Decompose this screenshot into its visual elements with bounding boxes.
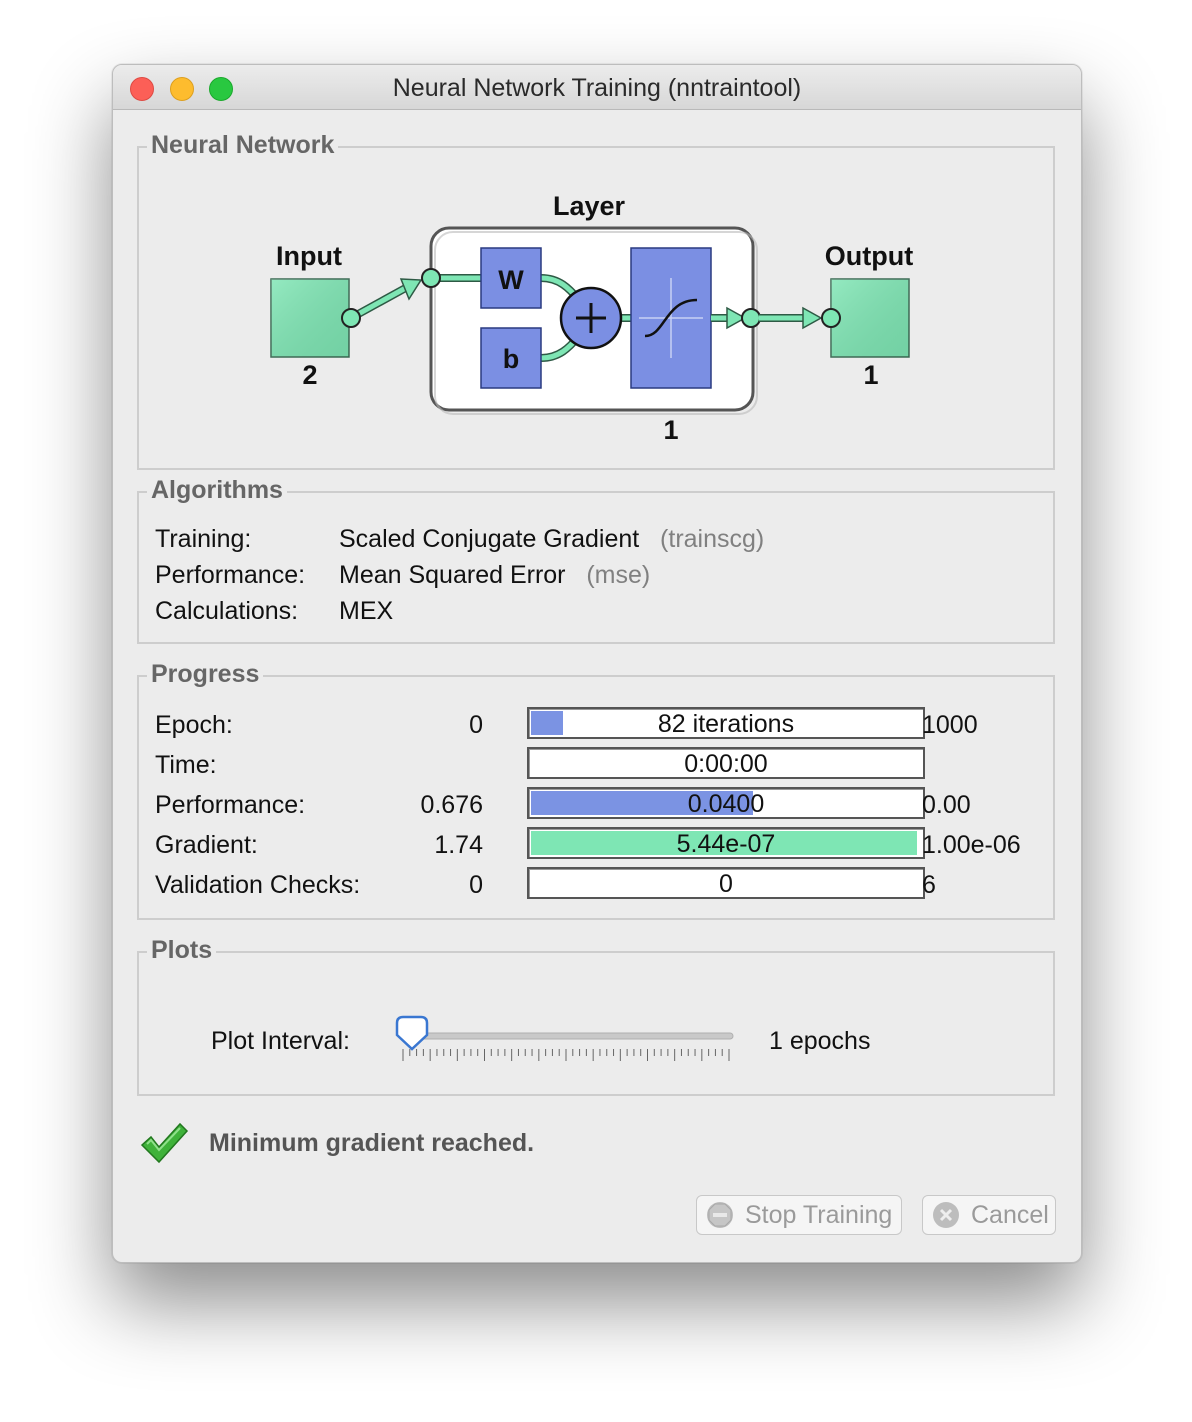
plot-interval-value: 1 epochs	[769, 1027, 871, 1055]
window-title: Neural Network Training (nntraintool)	[392, 74, 802, 102]
gradient-current: 5.44e-07	[676, 830, 776, 858]
checkmark-icon	[140, 1122, 189, 1164]
neural-network-group: Neural Network Input 2 Layer W b 1 Outpu…	[137, 131, 1055, 470]
epoch-start: 0	[469, 711, 483, 739]
gradient-progress-bar: 5.44e-07	[527, 827, 925, 859]
title-bar: Neural Network Training (nntraintool)	[113, 65, 1081, 110]
gradient-end: 1.00e-06	[922, 831, 1021, 859]
layer-input-port	[421, 268, 441, 288]
performance-progress-label: Performance:	[155, 791, 306, 819]
nntraintool-window: Neural Network Training (nntraintool) Ne…	[112, 64, 1082, 1263]
plot-interval-label: Plot Interval:	[211, 1027, 350, 1055]
bias-label: b	[503, 344, 520, 374]
layer-size: 1	[663, 415, 678, 445]
stop-training-button[interactable]: Stop Training	[696, 1195, 902, 1235]
epoch-progress-bar: 82 iterations	[527, 707, 925, 739]
input-size: 2	[302, 360, 317, 390]
status-message: Minimum gradient reached.	[209, 1129, 535, 1157]
progress-group: Progress Epoch: 0 82 iterations 1000 Tim…	[137, 660, 1055, 920]
gradient-start: 1.74	[434, 831, 483, 859]
weight-label: W	[498, 265, 524, 295]
epoch-current: 82 iterations	[657, 710, 795, 738]
input-port	[341, 308, 361, 328]
time-progress-bar: 0:00:00	[527, 747, 925, 779]
slider-thumb[interactable]	[395, 1015, 429, 1051]
performance-current: 0.0400	[687, 790, 765, 818]
performance-progress-bar: 0.0400	[527, 787, 925, 819]
algorithms-group: Algorithms Training: Scaled Conjugate Gr…	[137, 476, 1055, 644]
output-size: 1	[863, 360, 878, 390]
algorithms-legend: Algorithms	[147, 476, 287, 505]
validation-checks-progress-bar: 0	[527, 867, 925, 899]
stop-icon	[707, 1202, 733, 1228]
output-label: Output	[825, 241, 913, 271]
output-port	[821, 308, 841, 328]
plots-legend: Plots	[147, 936, 217, 965]
time-label: Time:	[155, 751, 217, 779]
training-label: Training:	[155, 525, 252, 553]
time-current: 0:00:00	[684, 750, 768, 778]
validation-checks-label: Validation Checks:	[155, 871, 361, 899]
epoch-label: Epoch:	[155, 711, 233, 739]
cancel-x-icon	[933, 1202, 959, 1228]
epoch-end: 1000	[922, 711, 978, 739]
stop-training-label: Stop Training	[745, 1201, 893, 1229]
performance-start: 0.676	[420, 791, 483, 819]
input-label: Input	[276, 241, 342, 271]
cancel-label: Cancel	[971, 1201, 1049, 1229]
performance-value: Mean Squared Error (mse)	[339, 561, 651, 589]
layer-label: Layer	[553, 191, 626, 221]
progress-legend: Progress	[147, 660, 264, 689]
network-diagram: Input 2 Layer W b 1 Output 1	[270, 191, 913, 445]
validation-checks-end: 6	[922, 871, 936, 899]
plots-group: Plots Plot Interval: 1 epochs	[137, 936, 1055, 1096]
layer-output-port	[741, 308, 761, 328]
calculations-value: MEX	[339, 597, 394, 625]
slider-ticks	[402, 1049, 730, 1061]
cancel-button[interactable]: Cancel	[922, 1195, 1056, 1235]
training-value: Scaled Conjugate Gradient (trainscg)	[339, 525, 765, 553]
performance-end: 0.00	[922, 791, 971, 819]
plot-interval-slider[interactable]	[393, 1015, 743, 1065]
gradient-label: Gradient:	[155, 831, 258, 859]
validation-checks-current: 0	[719, 870, 733, 898]
calculations-label: Calculations:	[155, 597, 299, 625]
validation-checks-start: 0	[469, 871, 483, 899]
performance-label: Performance:	[155, 561, 306, 589]
